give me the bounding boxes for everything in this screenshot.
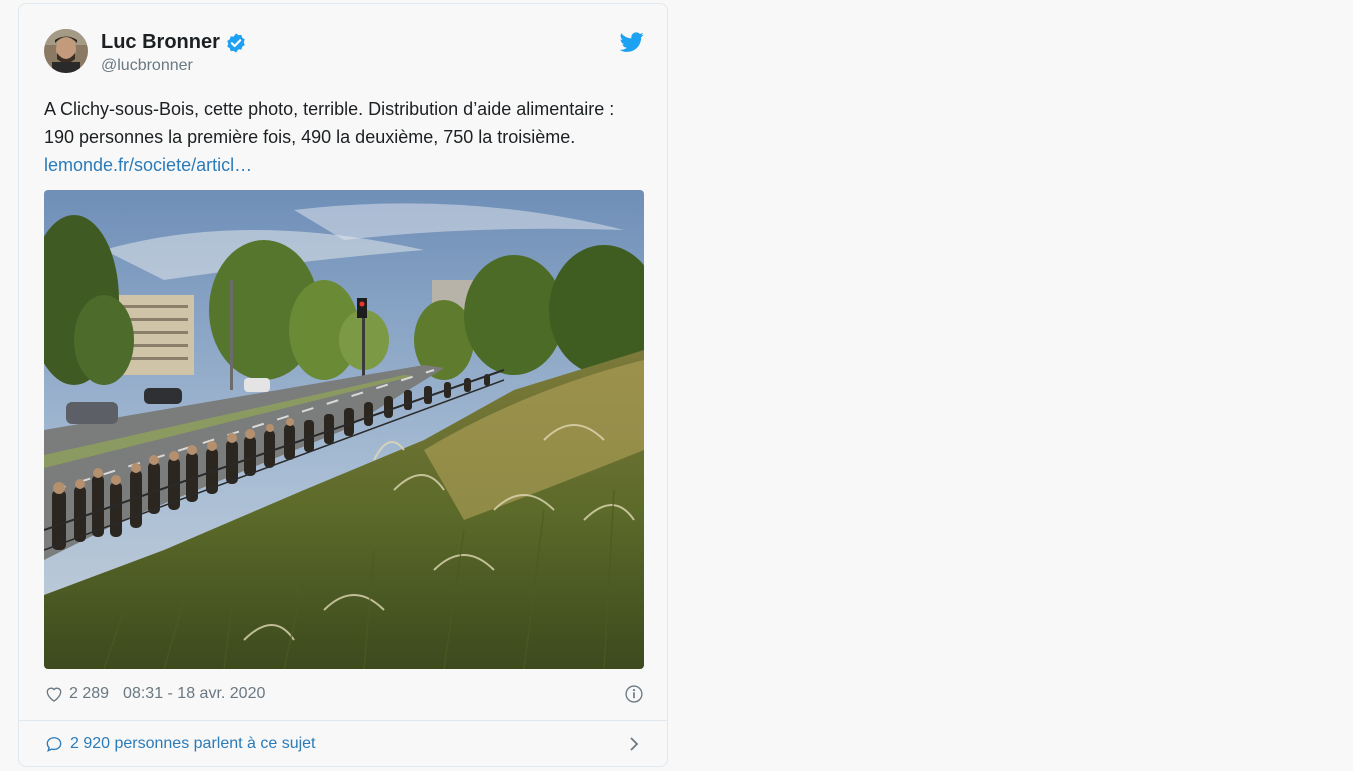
tweet-meta: 2 289 08:31 - 18 avr. 2020	[44, 682, 644, 706]
info-icon[interactable]	[624, 684, 644, 704]
timestamp[interactable]: 08:31 - 18 avr. 2020	[123, 685, 265, 703]
avatar[interactable]	[44, 29, 88, 73]
speech-bubble-icon	[46, 737, 62, 752]
tweet-photo[interactable]	[44, 190, 644, 669]
author-handle[interactable]: @lucbronner	[101, 57, 193, 75]
verified-badge-icon	[227, 32, 245, 53]
conversation-label[interactable]: 2 920 personnes parlent à ce sujet	[70, 735, 316, 753]
tweet-body: A Clichy-sous-Bois, cette photo, terribl…	[44, 99, 615, 147]
author-name[interactable]: Luc Bronner	[101, 31, 247, 54]
tweet-text: A Clichy-sous-Bois, cette photo, terribl…	[44, 95, 644, 179]
tweet-card: Luc Bronner @lucbronner A Clichy-sous-Bo…	[18, 3, 668, 767]
heart-icon[interactable]	[44, 684, 64, 704]
like-count[interactable]: 2 289	[69, 685, 109, 703]
tweet-link[interactable]: lemonde.fr/societe/articl…	[44, 155, 252, 175]
chevron-right-icon[interactable]	[626, 734, 642, 754]
twitter-bird-icon[interactable]	[620, 30, 644, 54]
divider	[19, 720, 667, 721]
author-name-text[interactable]: Luc Bronner	[101, 31, 220, 54]
conversation-link[interactable]: 2 920 personnes parlent à ce sujet	[44, 732, 644, 756]
